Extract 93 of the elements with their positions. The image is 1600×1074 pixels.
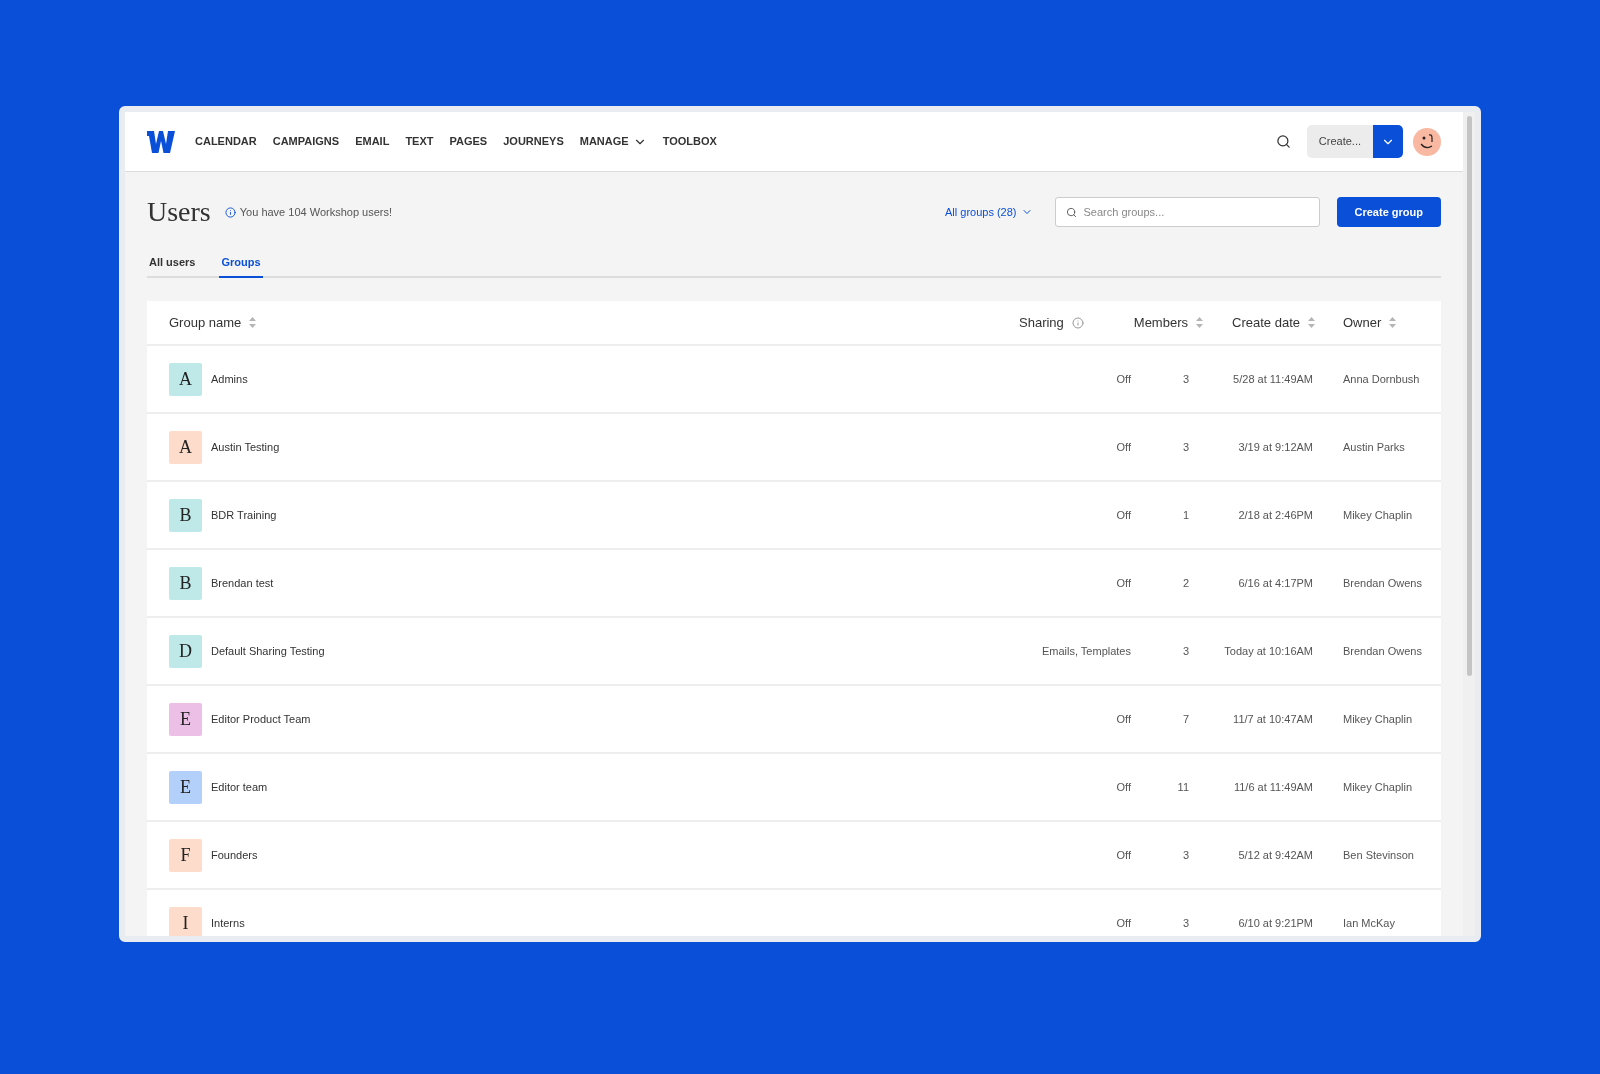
table-row[interactable]: E Editor team Off 11 11/6 at 11:49AM Mikey Chaplin (147, 754, 1441, 822)
table-cell-text: 3 (1181, 643, 1190, 659)
group-initial-tile: E (169, 702, 202, 736)
table-cell-text: Anna Dornbush (1342, 371, 1419, 387)
table-row[interactable]: E Editor Product Team Off 7 11/7 at 10:47AM Mikey Chaplin (147, 686, 1441, 754)
table-cell-text: 11 (1176, 779, 1190, 795)
table-cell-text: 3 (1181, 915, 1190, 931)
column-header: Group name (169, 313, 242, 332)
create-group-button[interactable]: Create group (1336, 197, 1441, 227)
group-filter-dropdown[interactable]: All groups (28) (945, 203, 1033, 221)
nav-link[interactable]: PAGES (449, 133, 488, 150)
info-icon (224, 206, 236, 218)
table-row[interactable]: B Brendan test Off 2 6/16 at 4:17PM Brendan Owens (147, 550, 1441, 618)
users-notice: You have 104 Workshop users! (239, 204, 393, 220)
group-initial-tile: B (169, 566, 202, 600)
search-icon (1065, 207, 1077, 218)
column-header: Members (1133, 313, 1188, 332)
table-cell-text: 11/7 at 10:47AM (1232, 711, 1314, 727)
table-cell-text: Off (1115, 507, 1131, 523)
table-row[interactable]: B BDR Training Off 1 2/18 at 2:46PM Mikey Chaplin (147, 482, 1441, 550)
table-cell-text: 1 (1181, 507, 1190, 523)
sort-icon[interactable] (1196, 317, 1203, 328)
group-initial-tile: E (169, 770, 202, 804)
tab[interactable]: Groups (219, 253, 263, 278)
table-cell-text: Off (1115, 371, 1131, 387)
table-cell-text: Off (1115, 779, 1131, 795)
group-initial-tile: A (169, 430, 202, 464)
group-name: Editor team (211, 779, 268, 795)
table-cell-text: Off (1115, 575, 1131, 591)
table-cell-text: 5/28 at 11:49AM (1232, 371, 1314, 387)
table-cell-text: Ian McKay (1342, 915, 1396, 931)
table-cell-text: 2 (1181, 575, 1190, 591)
info-icon[interactable] (1071, 316, 1084, 329)
create-button[interactable]: Create... (1306, 125, 1373, 158)
table-cell-text: 5/12 at 9:42AM (1237, 847, 1314, 863)
column-header: Owner (1343, 313, 1382, 332)
table-cell-text: Off (1115, 711, 1131, 727)
group-name: Default Sharing Testing (211, 643, 325, 659)
group-name: Editor Product Team (211, 711, 311, 727)
column-header: Create date (1232, 313, 1300, 332)
table-cell-text: Emails, Templates (1040, 643, 1131, 659)
table-cell-text: 3 (1181, 371, 1190, 387)
table-cell-text: 7 (1181, 711, 1190, 727)
group-name: Brendan test (211, 575, 274, 591)
nav-link[interactable]: JOURNEYS (503, 133, 564, 150)
group-name: Admins (211, 371, 248, 387)
table-cell-text: Off (1115, 915, 1131, 931)
table-row[interactable]: A Austin Testing Off 3 3/19 at 9:12AM Austin Parks (147, 414, 1441, 482)
search-field[interactable]: Search groups... (1054, 197, 1320, 227)
group-name: Founders (211, 847, 258, 863)
group-initial-tile: D (169, 634, 202, 668)
table-cell-text: 3/19 at 9:12AM (1237, 439, 1314, 455)
table-row[interactable]: D Default Sharing Testing Emails, Templates 3 Today at 10:16AM Brendan Owens (147, 618, 1441, 686)
table-row[interactable]: F Founders Off 3 5/12 at 9:42AM Ben Stevinson (147, 822, 1441, 890)
nav-link[interactable]: CALENDAR (195, 133, 257, 150)
sort-icon[interactable] (249, 317, 257, 328)
group-initial-tile: I (169, 906, 202, 936)
table-cell-text: Today at 10:16AM (1223, 643, 1314, 659)
group-initial-tile: B (169, 498, 202, 532)
group-name: Austin Testing (211, 439, 280, 455)
tab[interactable]: All users (147, 253, 198, 278)
nav-link[interactable]: CAMPAIGNS (272, 133, 340, 150)
create-dropdown-button[interactable] (1373, 125, 1403, 158)
nav-link[interactable]: TOOLBOX (662, 133, 717, 150)
sort-icon[interactable] (1389, 317, 1397, 328)
table-cell-text: 3 (1181, 847, 1190, 863)
group-initial-tile: F (169, 838, 202, 872)
table-row[interactable]: I Interns Off 3 6/10 at 9:21PM Ian McKay (147, 890, 1441, 936)
nav-link[interactable]: EMAIL (355, 133, 390, 150)
table-cell-text: 6/16 at 4:17PM (1237, 575, 1314, 591)
avatar-icon[interactable] (1413, 127, 1441, 156)
table-cell-text: 11/6 at 11:49AM (1232, 779, 1314, 795)
sort-icon[interactable] (1308, 317, 1315, 328)
table-cell-text: 6/10 at 9:21PM (1237, 915, 1314, 931)
group-name: Interns (211, 915, 245, 931)
group-initial-tile: A (169, 362, 202, 396)
table-cell-text: Mikey Chaplin (1342, 711, 1414, 727)
table-cell-text: Off (1115, 439, 1131, 455)
table-cell-text: Mikey Chaplin (1342, 507, 1414, 523)
logo-icon (147, 130, 175, 153)
table-cell-text: Austin Parks (1342, 439, 1406, 455)
page-title: Users (147, 195, 211, 229)
table-cell-text: Off (1115, 847, 1131, 863)
group-name: BDR Training (211, 507, 277, 523)
column-header: Sharing (1019, 313, 1064, 332)
table-cell-text: Mikey Chaplin (1342, 779, 1414, 795)
nav-link[interactable]: TEXT (405, 133, 434, 150)
nav-link[interactable]: MANAGE (579, 133, 647, 150)
search-icon[interactable] (1275, 134, 1291, 149)
table-row[interactable]: A Admins Off 3 5/28 at 11:49AM Anna Dornbush (147, 346, 1441, 414)
table-cell-text: Ben Stevinson (1342, 847, 1415, 863)
table-cell-text: 2/18 at 2:46PM (1237, 507, 1314, 523)
table-cell-text: 3 (1181, 439, 1190, 455)
